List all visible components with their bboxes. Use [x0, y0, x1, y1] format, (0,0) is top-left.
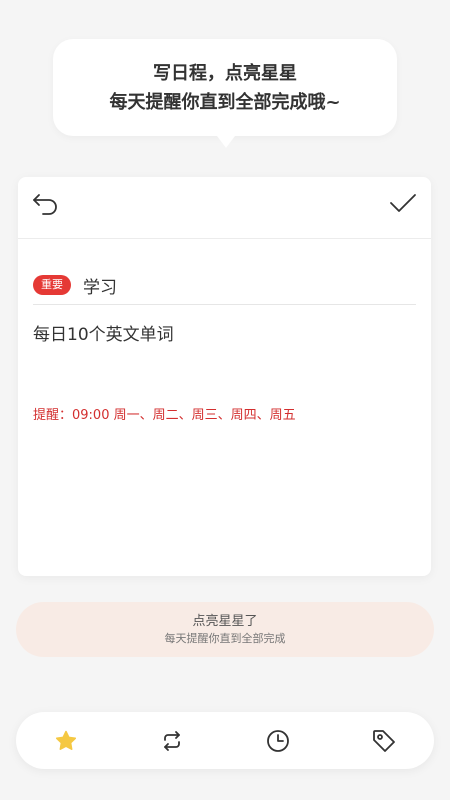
bubble-tail [214, 132, 238, 148]
task-editor-card: 重要 学习 每日10个英文单词 提醒：09:00 周一、周二、周三、周四、周五 [18, 177, 431, 576]
category-label[interactable]: 学习 [83, 273, 117, 298]
category-row: 重要 学习 [33, 265, 416, 305]
tag-icon[interactable] [370, 727, 398, 755]
priority-badge[interactable]: 重要 [33, 275, 71, 295]
reminder-text[interactable]: 提醒：09:00 周一、周二、周三、周四、周五 [33, 404, 296, 423]
confirm-check-icon[interactable] [387, 187, 419, 219]
divider [33, 304, 416, 305]
bubble-line-1: 写日程，点亮星星 [153, 62, 297, 84]
tip-subtitle: 每天提醒你直到全部完成 [164, 631, 286, 645]
star-icon[interactable] [52, 727, 80, 755]
clock-icon[interactable] [264, 727, 292, 755]
tip-title: 点亮星星了 [192, 613, 258, 629]
bottom-nav [16, 712, 434, 769]
editor-toolbar [18, 177, 431, 239]
undo-icon[interactable] [30, 187, 62, 219]
repeat-icon[interactable] [158, 727, 186, 755]
tip-banner: 点亮星星了 每天提醒你直到全部完成 [16, 602, 434, 657]
task-text[interactable]: 每日10个英文单词 [33, 320, 174, 345]
tooltip-bubble: 写日程，点亮星星 每天提醒你直到全部完成哦~ [53, 39, 397, 136]
bubble-line-2: 每天提醒你直到全部完成哦~ [109, 91, 341, 113]
